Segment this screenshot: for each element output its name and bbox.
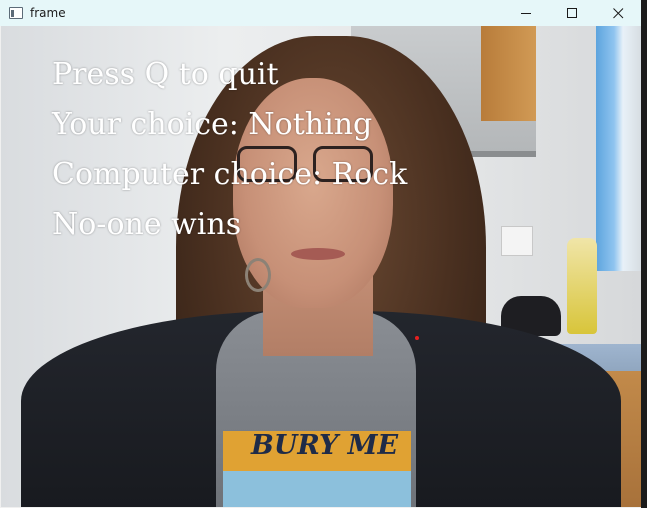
hoop-earring xyxy=(245,258,271,292)
title-bar[interactable]: frame xyxy=(0,0,641,26)
maximize-icon xyxy=(566,7,577,18)
minimize-icon xyxy=(520,12,531,14)
user-choice-text: Your choice: Nothing xyxy=(52,107,373,142)
result-text: No-one wins xyxy=(52,207,242,242)
maximize-button[interactable] xyxy=(549,0,595,26)
tracking-marker xyxy=(415,336,419,340)
computer-choice-text: Computer choice: Rock xyxy=(52,157,408,192)
detergent-bottle xyxy=(567,238,597,334)
window-controls xyxy=(503,0,641,26)
tshirt-print-blue xyxy=(223,471,411,507)
close-icon xyxy=(612,7,623,18)
webcam-frame: BURY ME Press Q to quit Your choice: Not… xyxy=(1,26,641,507)
wall-socket xyxy=(501,226,533,256)
window-title: frame xyxy=(30,6,66,20)
game-status-overlay: Press Q to quit Your choice: Nothing Com… xyxy=(52,50,407,250)
app-window: frame BURY ME Press Q to quit Your choic… xyxy=(0,0,642,508)
cabinet-wood-panel xyxy=(481,26,536,121)
desktop-background-strip xyxy=(641,0,647,508)
window-app-icon xyxy=(9,7,23,19)
background-window xyxy=(596,26,641,271)
minimize-button[interactable] xyxy=(503,0,549,26)
tshirt-print-text: BURY ME xyxy=(251,430,399,461)
quit-instruction: Press Q to quit xyxy=(52,57,279,92)
close-button[interactable] xyxy=(595,0,641,26)
